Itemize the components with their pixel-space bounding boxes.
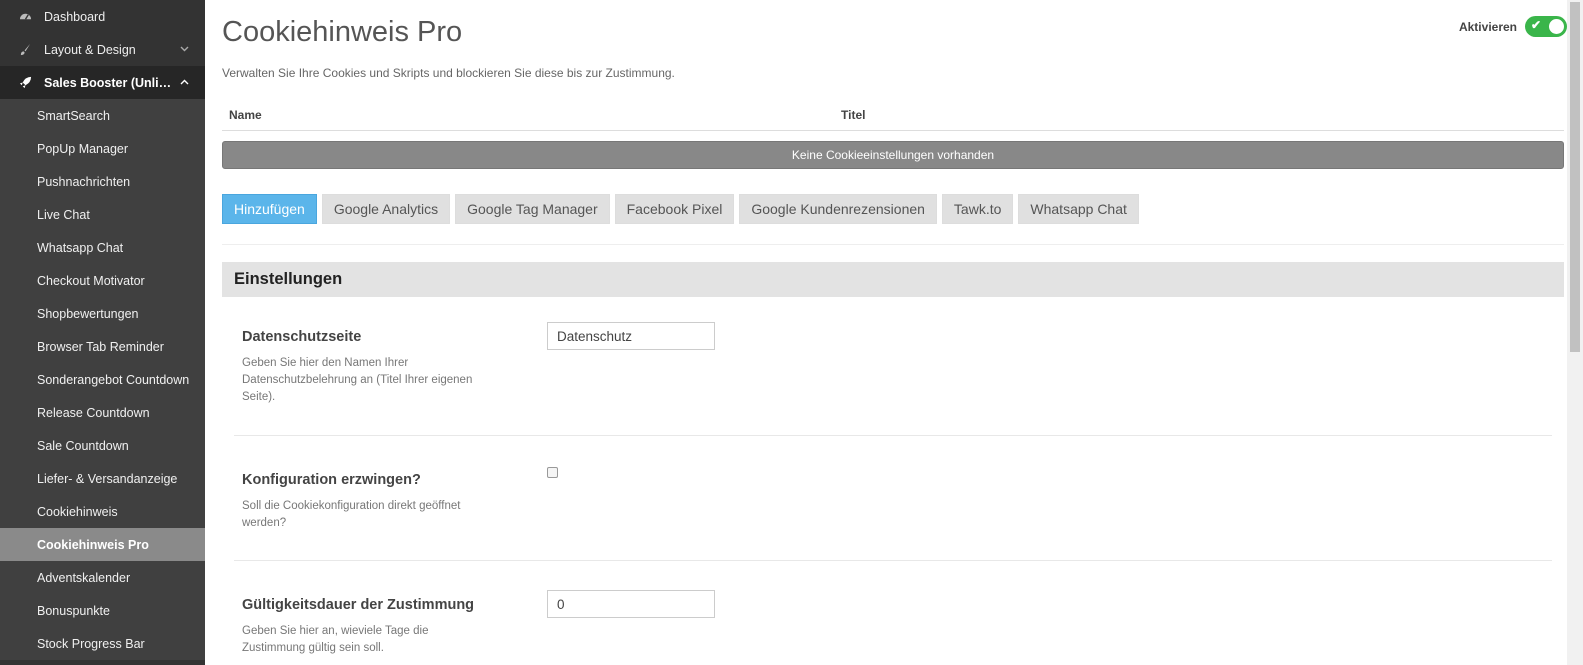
validity-days-input[interactable]: 0 (547, 590, 715, 618)
sidebar-item-smartsearch[interactable]: SmartSearch (0, 99, 205, 132)
sidebar-item-popup-manager[interactable]: PopUp Manager (0, 132, 205, 165)
divider (222, 244, 1564, 245)
facebook-pixel-button[interactable]: Facebook Pixel (614, 194, 735, 224)
toggle-knob (1549, 19, 1564, 34)
brush-icon (18, 43, 32, 57)
sidebar: Dashboard Layout & Design Sales Booster … (0, 0, 205, 665)
privacy-page-input[interactable]: Datenschutz (547, 322, 715, 350)
setting-description: Geben Sie hier an, wieviele Tage die Zus… (242, 625, 429, 654)
google-reviews-button[interactable]: Google Kundenrezensionen (739, 194, 937, 224)
sidebar-item-adventskalender[interactable]: Adventskalender (0, 561, 205, 594)
toggle-label: Aktivieren (1458, 19, 1517, 34)
chevron-up-icon (175, 77, 193, 88)
sidebar-item-pushnachrichten[interactable]: Pushnachrichten (0, 165, 205, 198)
sidebar-item-stock-progress-bar[interactable]: Stock Progress Bar (0, 627, 205, 660)
cookie-table-header: Name Titel (222, 100, 1564, 131)
column-header-name: Name (229, 108, 262, 122)
add-button[interactable]: Hinzufügen (222, 194, 317, 224)
sidebar-item-shopbewertungen[interactable]: Shopbewertungen (0, 297, 205, 330)
sidebar-item-cookiehinweis[interactable]: Cookiehinweis (0, 495, 205, 528)
settings-heading: Einstellungen (222, 262, 1564, 297)
nav-item-sales-booster[interactable]: Sales Booster (Unlimitie... (0, 66, 205, 99)
nav-item-layout-design[interactable]: Layout & Design (0, 33, 205, 66)
google-tag-manager-button[interactable]: Google Tag Manager (455, 194, 610, 224)
sidebar-item-cookiehinweis-pro[interactable]: Cookiehinweis Pro (0, 528, 205, 561)
setting-title: Datenschutzseite (242, 329, 362, 345)
sidebar-item-release-countdown[interactable]: Release Countdown (0, 396, 205, 429)
sidebar-item-browser-tab-reminder[interactable]: Browser Tab Reminder (0, 330, 205, 363)
validity-setting: Gültigkeitsdauer der Zustimmung Geben Si… (242, 597, 492, 657)
sidebar-item-sonderangebot-countdown[interactable]: Sonderangebot Countdown (0, 363, 205, 396)
rocket-icon (18, 76, 32, 90)
nav-label: Dashboard (44, 9, 106, 24)
force-config-setting: Konfiguration erzwingen? Soll die Cookie… (242, 472, 492, 532)
chevron-down-icon (175, 44, 193, 55)
sidebar-item-checkout-motivator[interactable]: Checkout Motivator (0, 264, 205, 297)
scrollbar-thumb[interactable] (1570, 2, 1580, 352)
sidebar-item-bonuspunkte[interactable]: Bonuspunkte (0, 594, 205, 627)
column-header-title: Titel (841, 108, 866, 122)
divider (234, 435, 1552, 436)
preset-button-row: Hinzufügen Google Analytics Google Tag M… (222, 194, 1144, 224)
main-content: Cookiehinweis Pro Verwalten Sie Ihre Coo… (205, 0, 1567, 665)
activate-toggle[interactable]: ✔ (1525, 16, 1567, 37)
sales-booster-submenu: SmartSearch PopUp Manager Pushnachrichte… (0, 99, 205, 660)
activate-toggle-group: Aktivieren ✔ (1459, 16, 1567, 37)
nav-label: Sales Booster (Unlimitie... (44, 75, 175, 90)
nav-item-dashboard[interactable]: Dashboard (0, 0, 205, 33)
setting-title: Konfiguration erzwingen? (242, 472, 421, 488)
setting-title: Gültigkeitsdauer der Zustimmung (242, 597, 475, 613)
sidebar-item-sale-countdown[interactable]: Sale Countdown (0, 429, 205, 462)
force-config-checkbox[interactable] (547, 467, 558, 478)
nav-label: Layout & Design (44, 42, 136, 57)
sidebar-item-live-chat[interactable]: Live Chat (0, 198, 205, 231)
sidebar-item-whatsapp-chat[interactable]: Whatsapp Chat (0, 231, 205, 264)
whatsapp-chat-button[interactable]: Whatsapp Chat (1018, 194, 1139, 224)
dashboard-icon (18, 10, 32, 24)
sidebar-item-versandanzeige[interactable]: Liefer- & Versandanzeige (0, 462, 205, 495)
page-scrollbar[interactable] (1567, 0, 1583, 665)
divider (234, 560, 1552, 561)
check-icon: ✔ (1531, 18, 1542, 32)
empty-table-message: Keine Cookieeinstellungen vorhanden (222, 141, 1564, 169)
setting-description: Soll die Cookiekonfiguration direkt geöf… (242, 500, 461, 529)
page-subtitle: Verwalten Sie Ihre Cookies und Skripts u… (222, 66, 675, 80)
setting-description: Geben Sie hier den Namen Ihrer Datenschu… (242, 357, 473, 403)
privacy-page-setting: Datenschutzseite Geben Sie hier den Name… (242, 329, 492, 406)
page-title: Cookiehinweis Pro (222, 16, 463, 48)
google-analytics-button[interactable]: Google Analytics (321, 194, 451, 224)
tawkto-button[interactable]: Tawk.to (941, 194, 1014, 224)
